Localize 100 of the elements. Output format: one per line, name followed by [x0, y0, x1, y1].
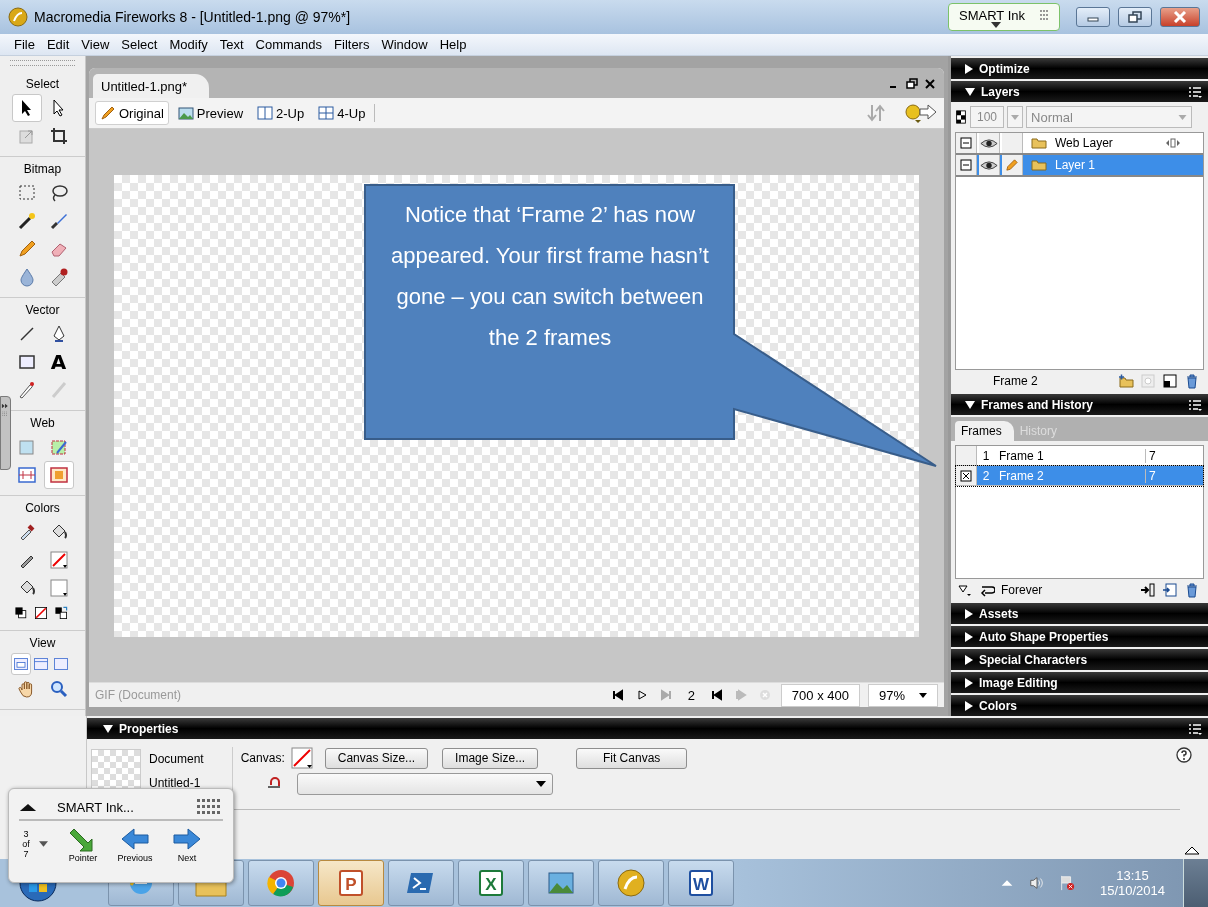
distribute-to-frames-icon[interactable] — [1140, 582, 1156, 598]
restore-icon — [1128, 11, 1142, 23]
menu-item[interactable]: View — [75, 37, 116, 52]
collapse-icon[interactable] — [960, 136, 972, 150]
grip-dots-icon — [1039, 9, 1049, 21]
properties-button[interactable]: Canvas Size... — [324, 747, 429, 769]
menu-item[interactable]: Help — [433, 37, 473, 52]
panel-header[interactable]: Assets — [951, 603, 1208, 624]
panel-title: Optimize — [979, 61, 1030, 76]
tool-section-title: Bitmap — [23, 161, 62, 178]
toolbar-button[interactable]: Previous — [112, 825, 158, 863]
menu-item[interactable]: Commands — [249, 37, 329, 52]
new-folder-icon[interactable] — [1118, 373, 1134, 389]
tool-section-title: Select — [25, 76, 60, 93]
export-arrow-icon[interactable] — [904, 103, 938, 123]
taskbar-button[interactable] — [528, 860, 594, 906]
trash-icon[interactable] — [1184, 373, 1200, 389]
collapse-icon[interactable] — [960, 158, 972, 172]
current-frame-number: 2 — [687, 687, 695, 703]
document-tab[interactable]: Untitled-1.png* — [93, 74, 209, 98]
toolbar-button[interactable]: Next — [164, 825, 210, 863]
expand-triangle-icon — [103, 724, 113, 733]
toolbar-button[interactable]: Pointer — [60, 825, 106, 863]
minimize-button[interactable] — [1076, 7, 1110, 27]
new-layer-icon[interactable] — [1162, 373, 1178, 389]
restore-button[interactable] — [1118, 7, 1152, 27]
frame-name: Frame 1 — [998, 448, 1045, 463]
menu-item[interactable]: Filters — [328, 37, 376, 52]
panel-header[interactable]: Frames and History — [951, 394, 1208, 415]
caret-icon — [1011, 114, 1020, 120]
document-name: Untitled-1 — [149, 776, 202, 790]
pencil-icon — [1006, 158, 1018, 172]
panel-header[interactable]: Colors — [951, 695, 1208, 716]
app-logo-icon — [8, 7, 28, 27]
panel-options-icon[interactable] — [1188, 722, 1202, 735]
caret-icon — [1178, 114, 1187, 120]
taskbar-button[interactable]: P — [318, 860, 384, 906]
grip-dots-icon[interactable] — [197, 799, 223, 815]
first-frame-icon[interactable] — [611, 689, 624, 701]
panel-header[interactable]: Image Editing — [951, 672, 1208, 693]
stroke-color-swatch — [48, 550, 69, 570]
eye-icon[interactable] — [980, 159, 998, 171]
taskbar-button[interactable]: X — [458, 860, 524, 906]
close-button[interactable] — [1160, 7, 1200, 27]
collapse-up-icon[interactable] — [19, 802, 37, 812]
menu-item[interactable]: Text — [213, 37, 250, 52]
tool-button[interactable] — [11, 94, 42, 122]
smart-ink-button[interactable]: SMART Ink — [948, 3, 1060, 31]
flag-icon[interactable] — [1058, 875, 1075, 891]
panel-options-icon[interactable] — [1188, 398, 1202, 411]
frame-delay: 7 — [1145, 448, 1203, 463]
view-tab[interactable]: Preview — [172, 101, 249, 125]
trash-icon[interactable] — [1184, 582, 1200, 598]
loop-setting[interactable]: Forever — [1001, 583, 1043, 597]
panel-header[interactable]: Layers — [951, 81, 1208, 102]
panel-options-icon[interactable] — [1188, 85, 1202, 98]
canvas-color-swatch[interactable] — [290, 747, 313, 769]
menu-item[interactable]: Select — [115, 37, 164, 52]
add-frame-icon[interactable] — [1162, 582, 1178, 598]
tool-section-title: Web — [30, 415, 55, 432]
onion-skin-icon[interactable] — [957, 582, 973, 598]
onion-skin-marker-icon — [960, 468, 972, 483]
marquee-icon — [16, 183, 37, 203]
zoom-dropdown[interactable]: 97% — [867, 683, 938, 707]
collapsed-panel-handle[interactable] — [0, 396, 11, 470]
panel-title: Frames and History — [981, 397, 1094, 412]
menu-item[interactable]: File — [8, 37, 41, 52]
menu-item[interactable]: Edit — [40, 37, 76, 52]
panel-header[interactable]: Auto Shape Properties — [951, 626, 1208, 647]
expand-up-icon[interactable] — [1184, 845, 1200, 855]
taskbar-button[interactable]: W — [668, 860, 734, 906]
speaker-icon[interactable] — [1028, 875, 1045, 891]
help-icon[interactable] — [1176, 747, 1192, 763]
frame-delay: 7 — [1145, 468, 1203, 483]
view-tab[interactable]: 2-Up — [252, 101, 310, 125]
previous-frame-icon[interactable] — [710, 689, 723, 701]
caret-icon[interactable] — [39, 841, 48, 847]
folder-icon — [1031, 159, 1047, 171]
panel-title: Colors — [979, 698, 1017, 713]
layer-name: Layer 1 — [1054, 158, 1097, 172]
folder-icon — [1031, 137, 1047, 149]
taskbar-button[interactable] — [248, 860, 314, 906]
properties-button[interactable]: Fit Canvas — [576, 747, 688, 769]
view-tab[interactable]: Original — [95, 101, 169, 125]
taskbar-button[interactable] — [388, 860, 454, 906]
show-desktop-button[interactable] — [1183, 859, 1208, 907]
panel-header[interactable]: Special Characters — [951, 649, 1208, 670]
menu-item[interactable]: Window — [375, 37, 434, 52]
menu-item[interactable]: Modify — [163, 37, 214, 52]
panel-header[interactable]: Optimize — [951, 58, 1208, 79]
panel-tab[interactable]: Frames — [955, 421, 1014, 441]
properties-button[interactable]: Image Size... — [442, 747, 539, 769]
play-icon[interactable] — [635, 689, 648, 701]
tool-button[interactable]: A — [43, 348, 74, 376]
view-tab[interactable]: 4-Up — [313, 101, 371, 125]
eye-icon[interactable] — [980, 137, 998, 149]
restore-icon[interactable] — [906, 78, 918, 90]
close-icon[interactable] — [924, 78, 936, 90]
right-arrow-icon — [172, 825, 202, 853]
matte-dropdown[interactable] — [296, 773, 553, 795]
